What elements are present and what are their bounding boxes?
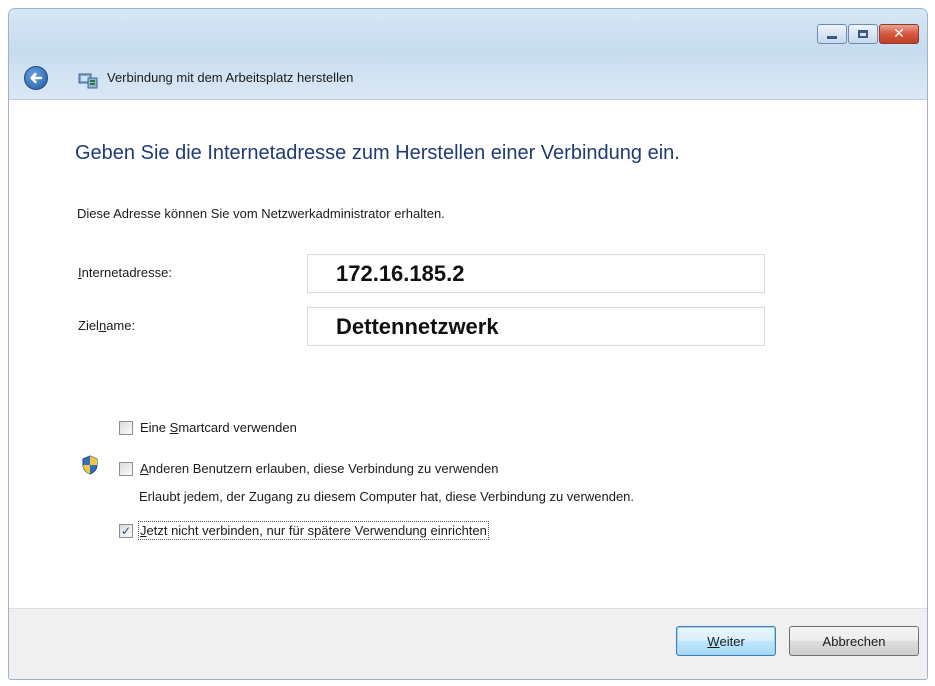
minimize-icon: [827, 35, 837, 39]
smartcard-option[interactable]: Eine Smartcard verwenden: [119, 420, 297, 435]
allow-others-label[interactable]: Anderen Benutzern erlauben, diese Verbin…: [140, 461, 498, 476]
description-text: Diese Adresse können Sie vom Netzwerkadm…: [77, 206, 445, 221]
connect-later-checkbox[interactable]: ✓: [119, 523, 133, 538]
uac-shield-icon: [82, 455, 98, 475]
close-button[interactable]: ✕: [879, 24, 919, 44]
page-heading: Geben Sie die Internetadresse zum Herste…: [75, 142, 680, 164]
back-arrow-icon: [30, 72, 43, 84]
dialog-window: ✕ Verbindung mit dem Arbeitsplatz herste…: [8, 8, 928, 680]
checkmark-icon: ✓: [120, 523, 132, 538]
maximize-icon: [858, 30, 868, 38]
close-icon: ✕: [893, 26, 905, 42]
smartcard-label[interactable]: Eine Smartcard verwenden: [140, 420, 297, 435]
allow-others-description: Erlaubt jedem, der Zugang zu diesem Comp…: [139, 489, 635, 504]
allow-others-checkbox[interactable]: [119, 461, 133, 476]
window-title: Verbindung mit dem Arbeitsplatz herstell…: [107, 70, 354, 85]
connect-later-option[interactable]: ✓ Jetzt nicht verbinden, nur für spätere…: [119, 521, 489, 540]
minimize-button[interactable]: [817, 24, 847, 44]
allow-others-option[interactable]: Anderen Benutzern erlauben, diese Verbin…: [119, 461, 498, 476]
smartcard-checkbox[interactable]: [119, 420, 133, 435]
internet-address-value: 172.16.185.2: [336, 260, 465, 286]
destination-name-input[interactable]: Dettennetzwerk: [307, 307, 765, 346]
internet-address-input[interactable]: 172.16.185.2: [307, 254, 765, 293]
caption-buttons: ✕: [817, 24, 919, 44]
maximize-button[interactable]: [848, 24, 878, 44]
cancel-button[interactable]: Abbrechen: [789, 626, 919, 656]
title-bar: ✕ Verbindung mit dem Arbeitsplatz herste…: [9, 9, 927, 100]
wizard-content: Geben Sie die Internetadresse zum Herste…: [9, 100, 927, 609]
button-bar: Weiter Abbrechen: [9, 608, 927, 679]
back-button[interactable]: [24, 66, 48, 90]
connect-later-label[interactable]: Jetzt nicht verbinden, nur für spätere V…: [138, 521, 489, 540]
destination-name-value: Dettennetzwerk: [336, 313, 499, 339]
next-button[interactable]: Weiter: [676, 626, 776, 656]
destination-name-label: Zielname:: [78, 318, 136, 333]
internet-address-label: Internetadresse:: [78, 265, 172, 280]
workplace-connection-icon: [78, 73, 98, 89]
